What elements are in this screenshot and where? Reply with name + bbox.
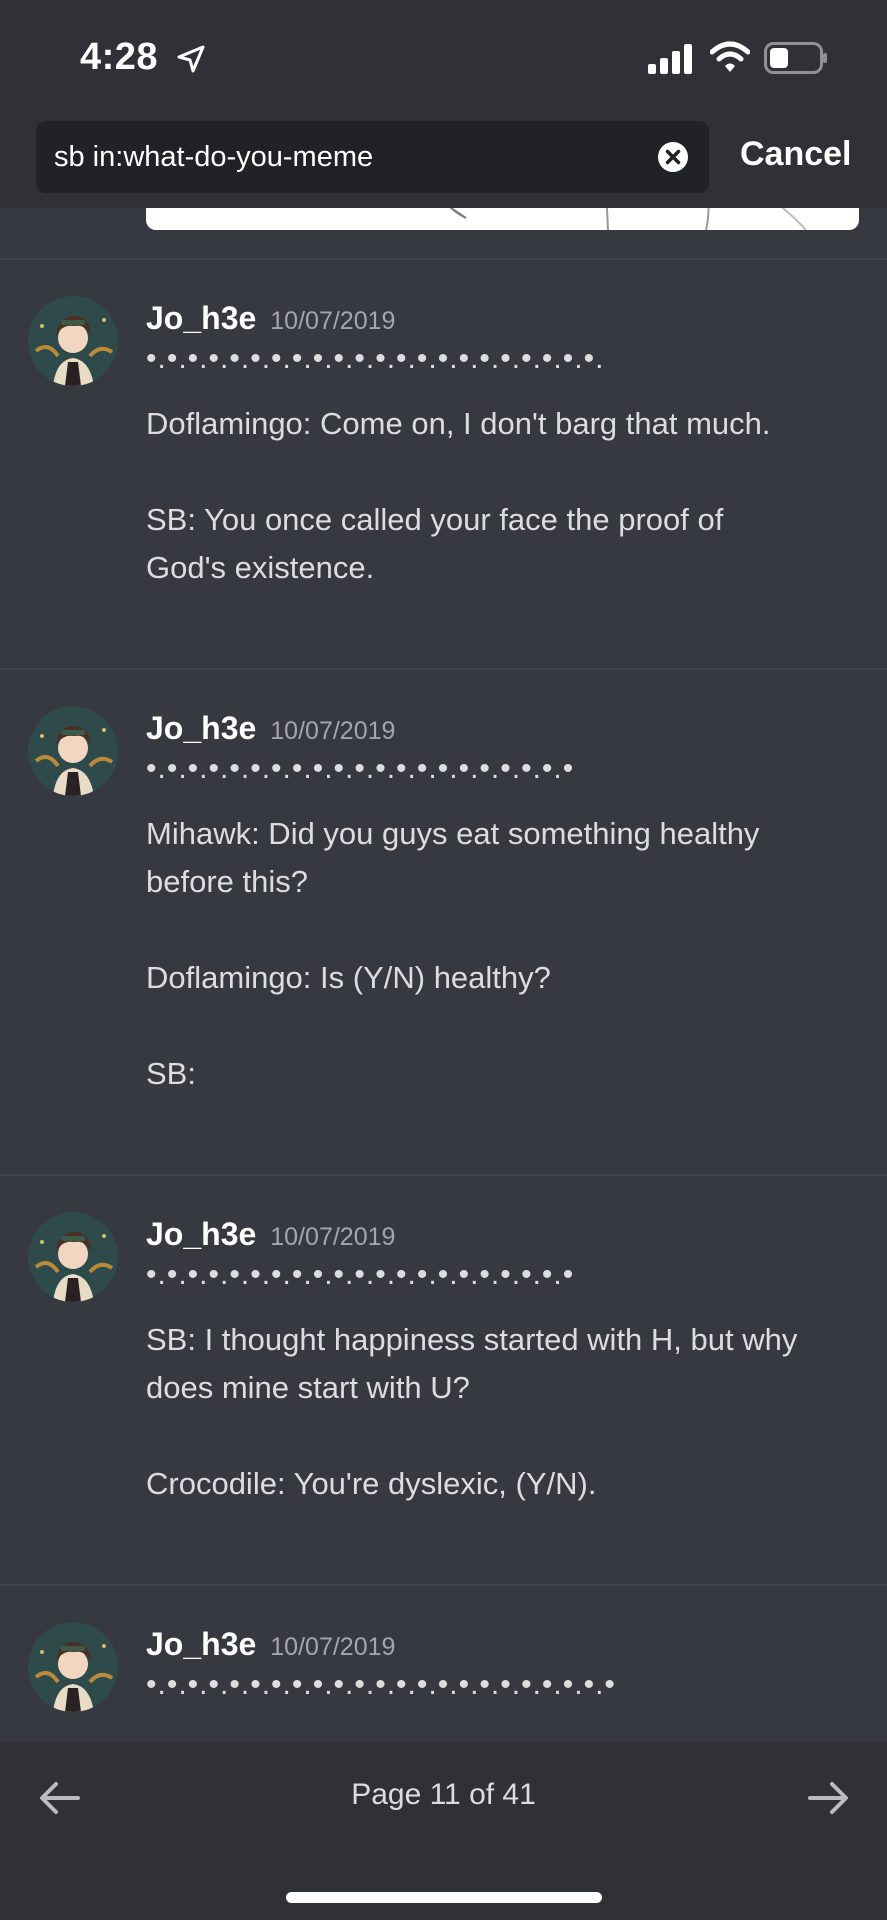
timestamp: 10/07/2019 xyxy=(270,1223,396,1251)
message-line xyxy=(146,906,866,954)
dotted-separator-text: •.•.•.•.•.•.•.•.•.•.•.•.•.•.•.•.•.•.•.•.… xyxy=(146,1258,575,1291)
previous-image-embed[interactable] xyxy=(146,208,859,230)
message-line: SB: xyxy=(146,1056,196,1091)
page-indicator: Page 11 of 41 xyxy=(351,1778,536,1811)
message-line: Crocodile: You're dyslexic, (Y/N). xyxy=(146,1466,597,1501)
message-header: Jo_h3e 10/07/2019 xyxy=(146,300,395,337)
pagination-bar: Page 11 of 41 xyxy=(0,1742,887,1920)
timestamp: 10/07/2019 xyxy=(270,1633,396,1661)
username[interactable]: Jo_h3e xyxy=(146,300,256,336)
status-time: 4:28 xyxy=(80,36,159,78)
message-content: Mihawk: Did you guys eat something healt… xyxy=(146,810,866,1098)
username[interactable]: Jo_h3e xyxy=(146,710,256,746)
search-result-message[interactable]: Jo_h3e 10/07/2019 •.•.•.•.•.•.•.•.•.•.•.•… xyxy=(0,1176,887,1584)
message-line: does mine start with U? xyxy=(146,1370,470,1405)
avatar-image xyxy=(28,296,118,386)
search-result-message[interactable]: Jo_h3e 10/07/2019 •.•.•.•.•.•.•.•.•.•.•.•… xyxy=(0,670,887,1174)
message-line xyxy=(146,1412,866,1460)
cancel-button[interactable]: Cancel xyxy=(740,135,852,174)
home-indicator[interactable] xyxy=(286,1892,602,1903)
status-bar: 4:28 xyxy=(0,0,887,110)
username[interactable]: Jo_h3e xyxy=(146,1626,256,1662)
search-results-list[interactable]: Jo_h3e 10/07/2019 •.•.•.•.•.•.•.•.•.•.•.•… xyxy=(0,208,887,1742)
message-line: Mihawk: Did you guys eat something healt… xyxy=(146,816,760,851)
avatar[interactable] xyxy=(28,296,118,386)
message-line: SB: I thought happiness started with H, … xyxy=(146,1322,798,1357)
avatar-image xyxy=(28,706,118,796)
sketch-image xyxy=(449,208,807,230)
avatar-image xyxy=(28,1212,118,1302)
message-header: Jo_h3e 10/07/2019 xyxy=(146,1626,395,1663)
message-line xyxy=(146,448,866,496)
search-input[interactable]: sb in:what-do-you-meme xyxy=(36,121,709,193)
search-result-message[interactable]: Jo_h3e 10/07/2019 •.•.•.•.•.•.•.•.•.•.•.•… xyxy=(0,260,887,668)
next-page-arrow-icon[interactable] xyxy=(806,1780,850,1816)
search-result-message[interactable]: Jo_h3e 10/07/2019 •.•.•.•.•.•.•.•.•.•.•.•… xyxy=(0,1586,887,1742)
timestamp: 10/07/2019 xyxy=(270,307,396,335)
clear-search-icon[interactable] xyxy=(657,141,689,173)
message-line: Doflamingo: Come on, I don't barg that m… xyxy=(146,406,771,441)
timestamp: 10/07/2019 xyxy=(270,717,396,745)
top-bar: 4:28 sb in:what-do-you-meme Cancel xyxy=(0,0,887,208)
avatar[interactable] xyxy=(28,1622,118,1712)
message-header: Jo_h3e 10/07/2019 xyxy=(146,1216,395,1253)
message-header: Jo_h3e 10/07/2019 xyxy=(146,710,395,747)
message-content: Doflamingo: Come on, I don't barg that m… xyxy=(146,400,866,592)
message-content: SB: I thought happiness started with H, … xyxy=(146,1316,866,1508)
wifi-icon xyxy=(710,41,750,72)
message-line: SB: You once called your face the proof … xyxy=(146,502,724,537)
location-arrow-icon xyxy=(177,45,205,73)
message-line xyxy=(146,1002,866,1050)
message-line: before this? xyxy=(146,864,308,899)
avatar-image xyxy=(28,1622,118,1712)
dotted-separator-text: •.•.•.•.•.•.•.•.•.•.•.•.•.•.•.•.•.•.•.•.… xyxy=(146,752,575,785)
search-query: sb in:what-do-you-meme xyxy=(54,141,374,173)
cellular-signal-icon xyxy=(648,44,692,74)
message-line: Doflamingo: Is (Y/N) healthy? xyxy=(146,960,551,995)
username[interactable]: Jo_h3e xyxy=(146,1216,256,1252)
battery-icon xyxy=(764,42,827,74)
message-line: God's existence. xyxy=(146,550,375,585)
avatar[interactable] xyxy=(28,1212,118,1302)
avatar[interactable] xyxy=(28,706,118,796)
dotted-separator-text: •.•.•.•.•.•.•.•.•.•.•.•.•.•.•.•.•.•.•.•.… xyxy=(146,1668,616,1701)
dotted-separator-text: •.•.•.•.•.•.•.•.•.•.•.•.•.•.•.•.•.•.•.•.… xyxy=(146,342,605,375)
